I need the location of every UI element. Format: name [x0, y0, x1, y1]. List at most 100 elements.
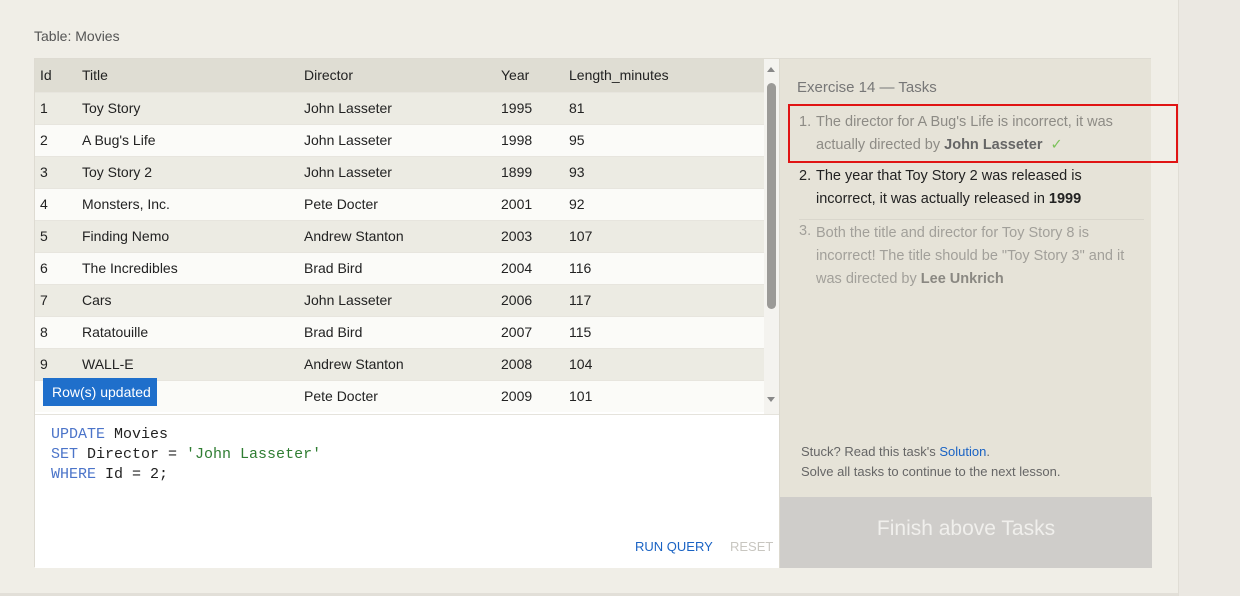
cell-length: 117 [569, 292, 592, 308]
table-row: 1 Toy Story John Lasseter 1995 81 [35, 92, 764, 124]
cell-director: Andrew Stanton [304, 228, 404, 244]
page-gutter [1178, 0, 1240, 596]
cell-year: 1899 [501, 164, 533, 180]
cell-year: 2008 [501, 356, 533, 372]
cell-length: 93 [569, 164, 585, 180]
cell-length: 116 [569, 260, 592, 276]
cell-director: Pete Docter [304, 388, 378, 405]
cell-title: WALL-E [82, 356, 134, 372]
cell-director: John Lasseter [304, 100, 392, 116]
column-header-year: Year [501, 67, 530, 84]
cell-year: 1998 [501, 132, 533, 148]
exercise-card: Id Title Director Year Length_minutes 1 … [34, 58, 1178, 568]
code-text: Movies [105, 426, 169, 443]
task-number: 3. [799, 223, 812, 239]
table-row: 3 Toy Story 2 John Lasseter 1899 93 [35, 156, 764, 188]
tasks-title: Exercise 14 — Tasks [797, 79, 937, 96]
task-text: Both the title and director for Toy Stor… [799, 222, 1144, 291]
cell-length: 104 [569, 356, 593, 372]
cell-id: 1 [40, 100, 48, 116]
reset-button[interactable]: RESET [730, 539, 773, 554]
task-highlight-box [788, 104, 1178, 163]
cell-id: 4 [40, 196, 48, 212]
lesson-page: Table: Movies Id Title Director Year Len… [0, 0, 1178, 596]
cell-title: Toy Story 2 [82, 164, 153, 180]
column-header-director: Director [304, 67, 354, 84]
table-header-row: Id Title Director Year Length_minutes [35, 59, 764, 92]
cell-id: 3 [40, 164, 48, 180]
code-keyword: SET [51, 446, 79, 463]
cell-title: Monsters, Inc. [82, 196, 170, 212]
stuck-help: Stuck? Read this task's Solution. Solve … [801, 442, 1060, 482]
table-row: 6 The Incredibles Brad Bird 2004 116 [35, 252, 764, 284]
results-table-area: Id Title Director Year Length_minutes 1 … [35, 59, 779, 414]
task-item-2: 2. The year that Toy Story 2 was release… [799, 165, 1144, 211]
cell-id: 9 [40, 356, 48, 372]
cell-title: Toy Story [82, 100, 141, 116]
column-header-id: Id [40, 67, 52, 84]
task-item-3: 3. Both the title and director for Toy S… [799, 219, 1144, 291]
column-header-length: Length_minutes [569, 67, 669, 84]
sql-editor[interactable]: UPDATE Movies SET Director = 'John Lasse… [35, 414, 779, 568]
table-row: 8 Ratatouille Brad Bird 2007 115 [35, 316, 764, 348]
column-header-title: Title [82, 67, 108, 84]
cell-year: 2009 [501, 388, 533, 405]
cell-title: Ratatouille [82, 324, 149, 340]
sql-code[interactable]: UPDATE Movies SET Director = 'John Lasse… [51, 425, 321, 485]
cell-year: 2007 [501, 324, 533, 340]
table-row: 4 Monsters, Inc. Pete Docter 2001 92 [35, 188, 764, 220]
table-row: 5 Finding Nemo Andrew Stanton 2003 107 [35, 220, 764, 252]
code-keyword: WHERE [51, 466, 97, 483]
cell-id: 2 [40, 132, 48, 148]
continue-hint: Solve all tasks to continue to the next … [801, 464, 1061, 479]
cell-director: Brad Bird [304, 260, 363, 276]
solution-link[interactable]: Solution [939, 444, 986, 459]
scroll-down-arrow-icon[interactable] [767, 397, 775, 402]
scroll-up-arrow-icon[interactable] [767, 67, 775, 72]
cell-year: 2003 [501, 228, 533, 244]
cell-director: John Lasseter [304, 292, 392, 308]
cell-length: 92 [569, 196, 585, 212]
cell-length: 81 [569, 100, 585, 116]
table-row: 9 WALL-E Andrew Stanton 2008 104 [35, 348, 764, 380]
run-query-button[interactable]: RUN QUERY [635, 539, 713, 554]
finish-tasks-button[interactable]: Finish above Tasks [780, 497, 1152, 568]
movies-table: Id Title Director Year Length_minutes 1 … [35, 59, 764, 412]
task-answer: Lee Unkrich [920, 271, 1004, 287]
table-row: 7 Cars John Lasseter 2006 117 [35, 284, 764, 316]
task-description: The year that Toy Story 2 was released i… [816, 168, 1082, 207]
cell-id: 5 [40, 228, 48, 244]
code-text: Id = 2; [96, 466, 169, 483]
table-caption: Table: Movies [34, 28, 120, 44]
table-scrollbar[interactable] [764, 59, 779, 414]
cell-year: 2001 [501, 196, 533, 212]
cell-director: Pete Docter [304, 196, 378, 212]
tasks-panel: Exercise 14 — Tasks 1. The director for … [779, 59, 1178, 568]
scroll-thumb[interactable] [767, 83, 776, 309]
cell-id: 6 [40, 260, 48, 276]
cell-year: 2004 [501, 260, 533, 276]
cell-length: 101 [569, 388, 593, 405]
cell-title: A Bug's Life [82, 132, 156, 148]
task-number: 2. [799, 168, 812, 184]
cell-director: John Lasseter [304, 164, 392, 180]
code-string: 'John Lasseter' [186, 446, 322, 463]
stuck-period: . [986, 444, 990, 459]
rows-updated-toast: Row(s) updated [43, 378, 157, 406]
table-row: 2 A Bug's Life John Lasseter 1998 95 [35, 124, 764, 156]
cell-id: 7 [40, 292, 48, 308]
cell-director: Brad Bird [304, 324, 363, 340]
cell-director: Andrew Stanton [304, 356, 404, 372]
cell-year: 1995 [501, 100, 533, 116]
cell-length: 115 [569, 324, 592, 340]
cell-length: 107 [569, 228, 593, 244]
stuck-text: Stuck? Read this task's [801, 444, 940, 459]
cell-title: The Incredibles [82, 260, 178, 276]
code-text: Director = [78, 446, 187, 463]
cell-id: 8 [40, 324, 48, 340]
task-answer: 1999 [1048, 191, 1082, 207]
code-keyword: UPDATE [51, 426, 106, 443]
cell-director: John Lasseter [304, 132, 392, 148]
cell-title: Finding Nemo [82, 228, 170, 244]
cell-title: Cars [82, 292, 112, 308]
